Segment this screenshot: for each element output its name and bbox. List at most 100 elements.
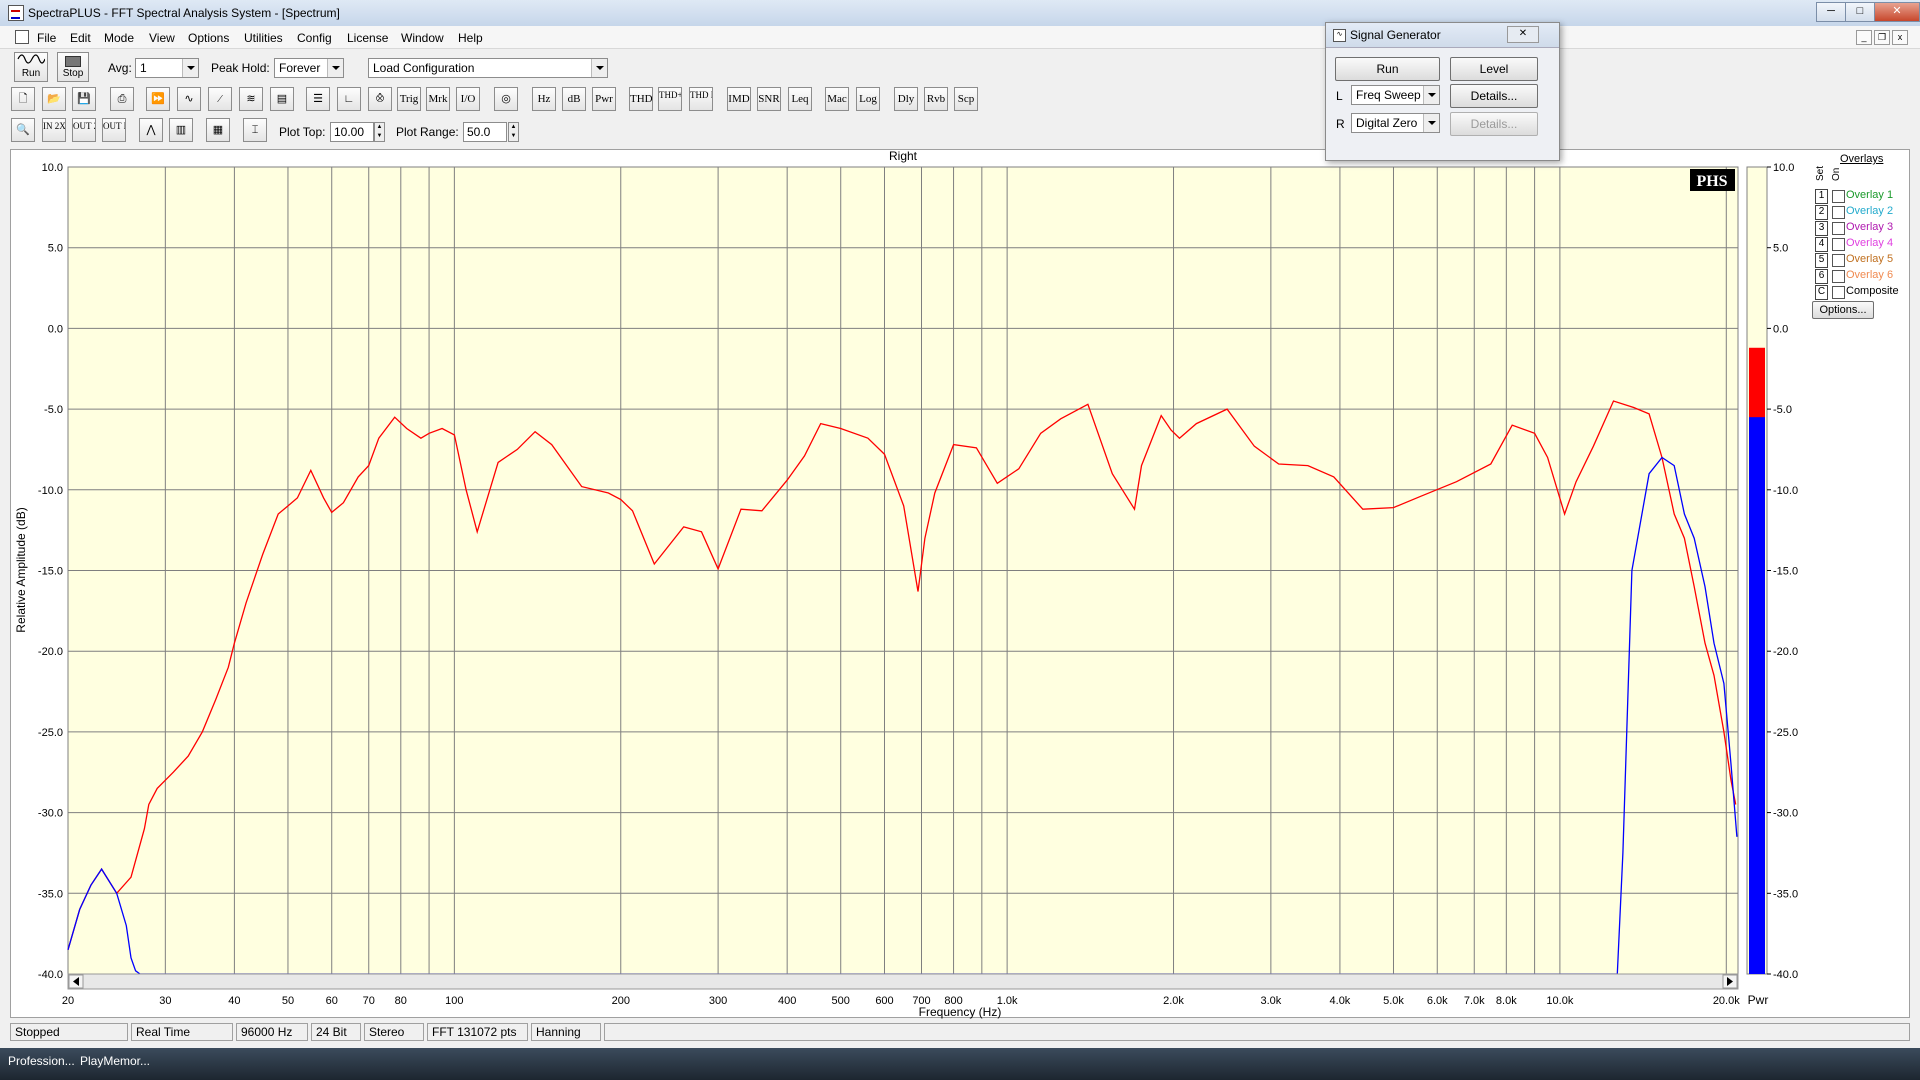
status-fft-size: FFT 131072 pts bbox=[427, 1023, 528, 1041]
status-empty bbox=[604, 1023, 1910, 1041]
x-tick-label: 50 bbox=[282, 995, 294, 1007]
y-tick-label: -40.0 bbox=[38, 969, 63, 981]
overlay-on-checkbox[interactable] bbox=[1832, 190, 1845, 203]
y-tick-label: 5.0 bbox=[48, 243, 63, 255]
x-tick-label: 80 bbox=[395, 995, 407, 1007]
overlay-set-button[interactable]: 6 bbox=[1815, 269, 1828, 284]
level-meter-bar bbox=[1749, 417, 1765, 974]
status-window-function: Hanning bbox=[531, 1023, 601, 1041]
overlays-set-label: Set bbox=[1815, 165, 1826, 181]
close-icon[interactable]: ✕ bbox=[1507, 26, 1539, 43]
taskbar: Profession... PlayMemor... bbox=[0, 1048, 1920, 1080]
status-state: Stopped bbox=[10, 1023, 128, 1041]
x-tick-label: 60 bbox=[326, 995, 338, 1007]
overlay-on-checkbox[interactable] bbox=[1832, 254, 1845, 267]
status-channels: Stereo bbox=[364, 1023, 424, 1041]
overlay-set-button[interactable]: 4 bbox=[1815, 237, 1828, 252]
left-details-button[interactable]: Details... bbox=[1450, 84, 1538, 108]
overlay-label: Overlay 4 bbox=[1846, 237, 1894, 249]
x-tick-label: 3.0k bbox=[1260, 995, 1281, 1007]
overlay-on-checkbox[interactable] bbox=[1832, 270, 1845, 283]
level-meter-label: Pwr bbox=[1748, 993, 1769, 1007]
right-channel-label: R bbox=[1336, 117, 1345, 131]
overlay-set-button[interactable]: C bbox=[1815, 285, 1828, 300]
y-tick-labels: 10.0 5.0 0.0 -5.0 -10.0 -15.0 -20.0 -25.0 -30.0 -… bbox=[38, 162, 63, 981]
overlay-options-button[interactable]: Options... bbox=[1812, 301, 1874, 319]
x-tick-label: 7.0k bbox=[1464, 995, 1485, 1007]
y-tick-label: -35.0 bbox=[38, 888, 63, 900]
overlay-on-checkbox[interactable] bbox=[1832, 286, 1845, 299]
chevron-down-icon bbox=[1423, 86, 1439, 104]
level-meter-tick-labels: 10.0 5.0 0.0 -5.0 -10.0 -15.0 -20.0 -25.0 -30.0 -… bbox=[1767, 162, 1798, 981]
taskbar-item-professional[interactable]: Profession... bbox=[8, 1054, 75, 1068]
y-tick-label: -20.0 bbox=[38, 646, 63, 658]
x-tick-label: 600 bbox=[875, 995, 893, 1007]
level-meter-tick-label: -15.0 bbox=[1773, 566, 1798, 578]
overlay-label: Overlay 1 bbox=[1846, 189, 1894, 201]
phs-logo-text: PHS bbox=[1696, 173, 1727, 190]
overlays-set-column-header: Set bbox=[1815, 165, 1827, 189]
y-tick-label: 0.0 bbox=[48, 323, 63, 335]
y-tick-label: -10.0 bbox=[38, 485, 63, 497]
level-meter-tick-label: -20.0 bbox=[1773, 646, 1798, 658]
overlay-label: Overlay 3 bbox=[1846, 221, 1894, 233]
horizontal-scrollbar[interactable] bbox=[67, 973, 1739, 990]
level-meter-tick-label: -5.0 bbox=[1773, 404, 1792, 416]
y-axis-label: Relative Amplitude (dB) bbox=[14, 507, 28, 632]
x-tick-label: 20.0k bbox=[1713, 995, 1740, 1007]
level-meter-tick-label: -10.0 bbox=[1773, 485, 1798, 497]
x-tick-label: 10.0k bbox=[1546, 995, 1573, 1007]
y-tick-label: -30.0 bbox=[38, 808, 63, 820]
level-meter-tick-label: 5.0 bbox=[1773, 243, 1788, 255]
x-tick-label: 8.0k bbox=[1496, 995, 1517, 1007]
status-mode: Real Time bbox=[131, 1023, 233, 1041]
level-meter-tick-label: -25.0 bbox=[1773, 727, 1798, 739]
x-tick-label: 100 bbox=[445, 995, 463, 1007]
x-tick-label: 30 bbox=[159, 995, 171, 1007]
y-tick-label: -5.0 bbox=[44, 404, 63, 416]
left-channel-label: L bbox=[1336, 89, 1343, 103]
x-tick-label: 200 bbox=[612, 995, 630, 1007]
right-channel-value: Digital Zero bbox=[1356, 116, 1418, 130]
overlay-label: Overlay 2 bbox=[1846, 205, 1894, 217]
y-tick-label: -15.0 bbox=[38, 566, 63, 578]
level-meter-tick-label: 0.0 bbox=[1773, 323, 1788, 335]
level-meter-tick-label: 10.0 bbox=[1773, 162, 1794, 174]
y-tick-label: 10.0 bbox=[42, 162, 63, 174]
overlay-label: Overlay 5 bbox=[1846, 253, 1894, 265]
level-meter-tick-label: -40.0 bbox=[1773, 969, 1798, 981]
overlay-set-button[interactable]: 5 bbox=[1815, 253, 1828, 268]
taskbar-item-playmemories[interactable]: PlayMemor... bbox=[80, 1054, 150, 1068]
x-tick-label: 400 bbox=[778, 995, 796, 1007]
overlay-on-checkbox[interactable] bbox=[1832, 222, 1845, 235]
x-tick-label: 300 bbox=[709, 995, 727, 1007]
left-channel-select[interactable]: Freq Sweep bbox=[1351, 85, 1440, 105]
signal-generator-window: ∿ Signal Generator ✕ Run Level L Freq Sw… bbox=[1325, 22, 1560, 161]
right-details-button[interactable]: Details... bbox=[1450, 112, 1538, 136]
overlays-header: Overlays bbox=[1840, 153, 1884, 165]
y-tick-label: -25.0 bbox=[38, 727, 63, 739]
x-tick-label: 5.0k bbox=[1383, 995, 1404, 1007]
overlay-set-button[interactable]: 3 bbox=[1815, 221, 1828, 236]
generator-run-button[interactable]: Run bbox=[1335, 57, 1440, 81]
x-tick-label: 40 bbox=[228, 995, 240, 1007]
right-channel-select[interactable]: Digital Zero bbox=[1351, 113, 1440, 133]
signal-generator-title-bar: ∿ Signal Generator ✕ bbox=[1326, 23, 1559, 48]
status-bar: Stopped Real Time 96000 Hz 24 Bit Stereo… bbox=[0, 1021, 1920, 1043]
overlay-set-button[interactable]: 1 bbox=[1815, 189, 1828, 204]
generator-level-button[interactable]: Level bbox=[1450, 57, 1538, 81]
overlay-set-button[interactable]: 2 bbox=[1815, 205, 1828, 220]
overlay-on-checkbox[interactable] bbox=[1832, 238, 1845, 251]
x-tick-label: 4.0k bbox=[1330, 995, 1351, 1007]
overlays-on-column-header: On bbox=[1831, 167, 1843, 189]
overlay-on-checkbox[interactable] bbox=[1832, 206, 1845, 219]
left-channel-value: Freq Sweep bbox=[1356, 88, 1421, 102]
spectrum-chart: 10.0 5.0 0.0 -5.0 -10.0 -15.0 -20.0 -25.0 -30.0 -… bbox=[14, 149, 1798, 1019]
status-bit-depth: 24 Bit bbox=[311, 1023, 361, 1041]
x-tick-label: 2.0k bbox=[1163, 995, 1184, 1007]
chart-title: Right bbox=[889, 149, 918, 163]
x-tick-label: 500 bbox=[832, 995, 850, 1007]
status-sample-rate: 96000 Hz bbox=[236, 1023, 308, 1041]
signal-generator-title: Signal Generator bbox=[1350, 28, 1441, 42]
x-tick-label: 20 bbox=[62, 995, 74, 1007]
